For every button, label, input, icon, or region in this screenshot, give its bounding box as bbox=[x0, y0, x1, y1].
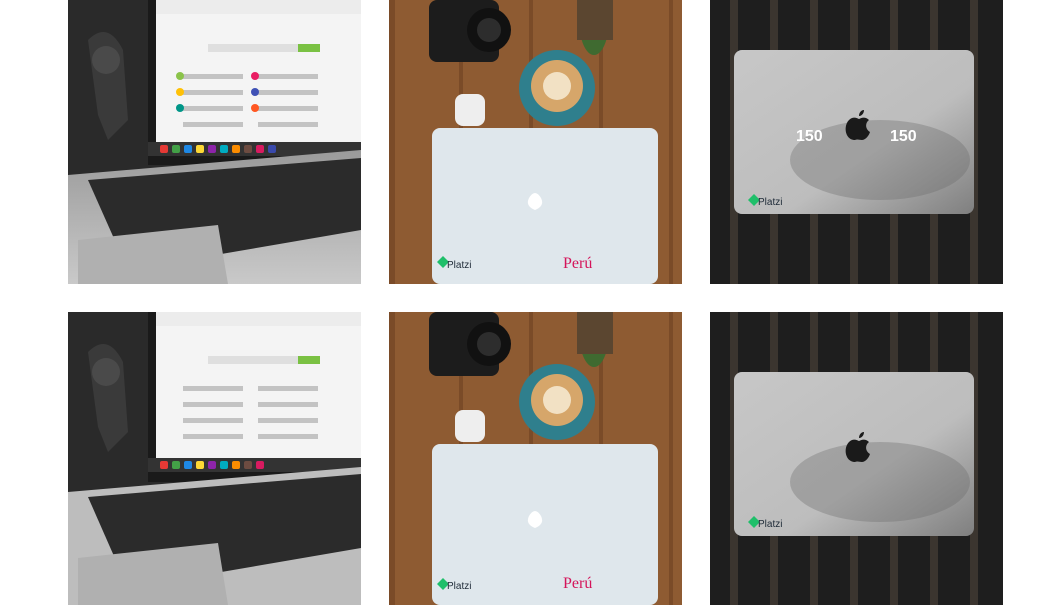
gallery-tile-laptop-desk[interactable] bbox=[68, 0, 361, 284]
gallery-tile-laptop-lid[interactable]: Platzi bbox=[710, 312, 1003, 605]
gallery-tile-laptop-coffee[interactable]: Perú Platzi bbox=[389, 312, 682, 605]
svg-text:Platzi: Platzi bbox=[758, 519, 782, 530]
laptop-lid-image: Platzi bbox=[710, 0, 1003, 284]
left-number-label: 150 bbox=[796, 128, 823, 145]
laptop-coffee-image: Perú Platzi bbox=[389, 312, 682, 605]
photo-gallery: Perú Platzi Platzi 150 150 Perú Platzi P… bbox=[68, 0, 1003, 605]
svg-text:Platzi: Platzi bbox=[758, 197, 782, 208]
svg-text:Platzi: Platzi bbox=[447, 581, 471, 592]
laptop-desk-image bbox=[68, 312, 361, 605]
gallery-tile-laptop-coffee[interactable]: Perú Platzi bbox=[389, 0, 682, 284]
right-number-label: 150 bbox=[890, 128, 917, 145]
gallery-tile-laptop-desk[interactable] bbox=[68, 312, 361, 605]
laptop-lid-image: Platzi bbox=[710, 312, 1003, 605]
laptop-desk-image bbox=[68, 0, 361, 284]
laptop-coffee-image: Perú Platzi bbox=[389, 0, 682, 284]
svg-text:Platzi: Platzi bbox=[447, 260, 471, 271]
peru-sticker: Perú bbox=[563, 255, 592, 272]
peru-sticker: Perú bbox=[563, 575, 592, 592]
gallery-tile-laptop-lid[interactable]: Platzi 150 150 bbox=[710, 0, 1003, 284]
